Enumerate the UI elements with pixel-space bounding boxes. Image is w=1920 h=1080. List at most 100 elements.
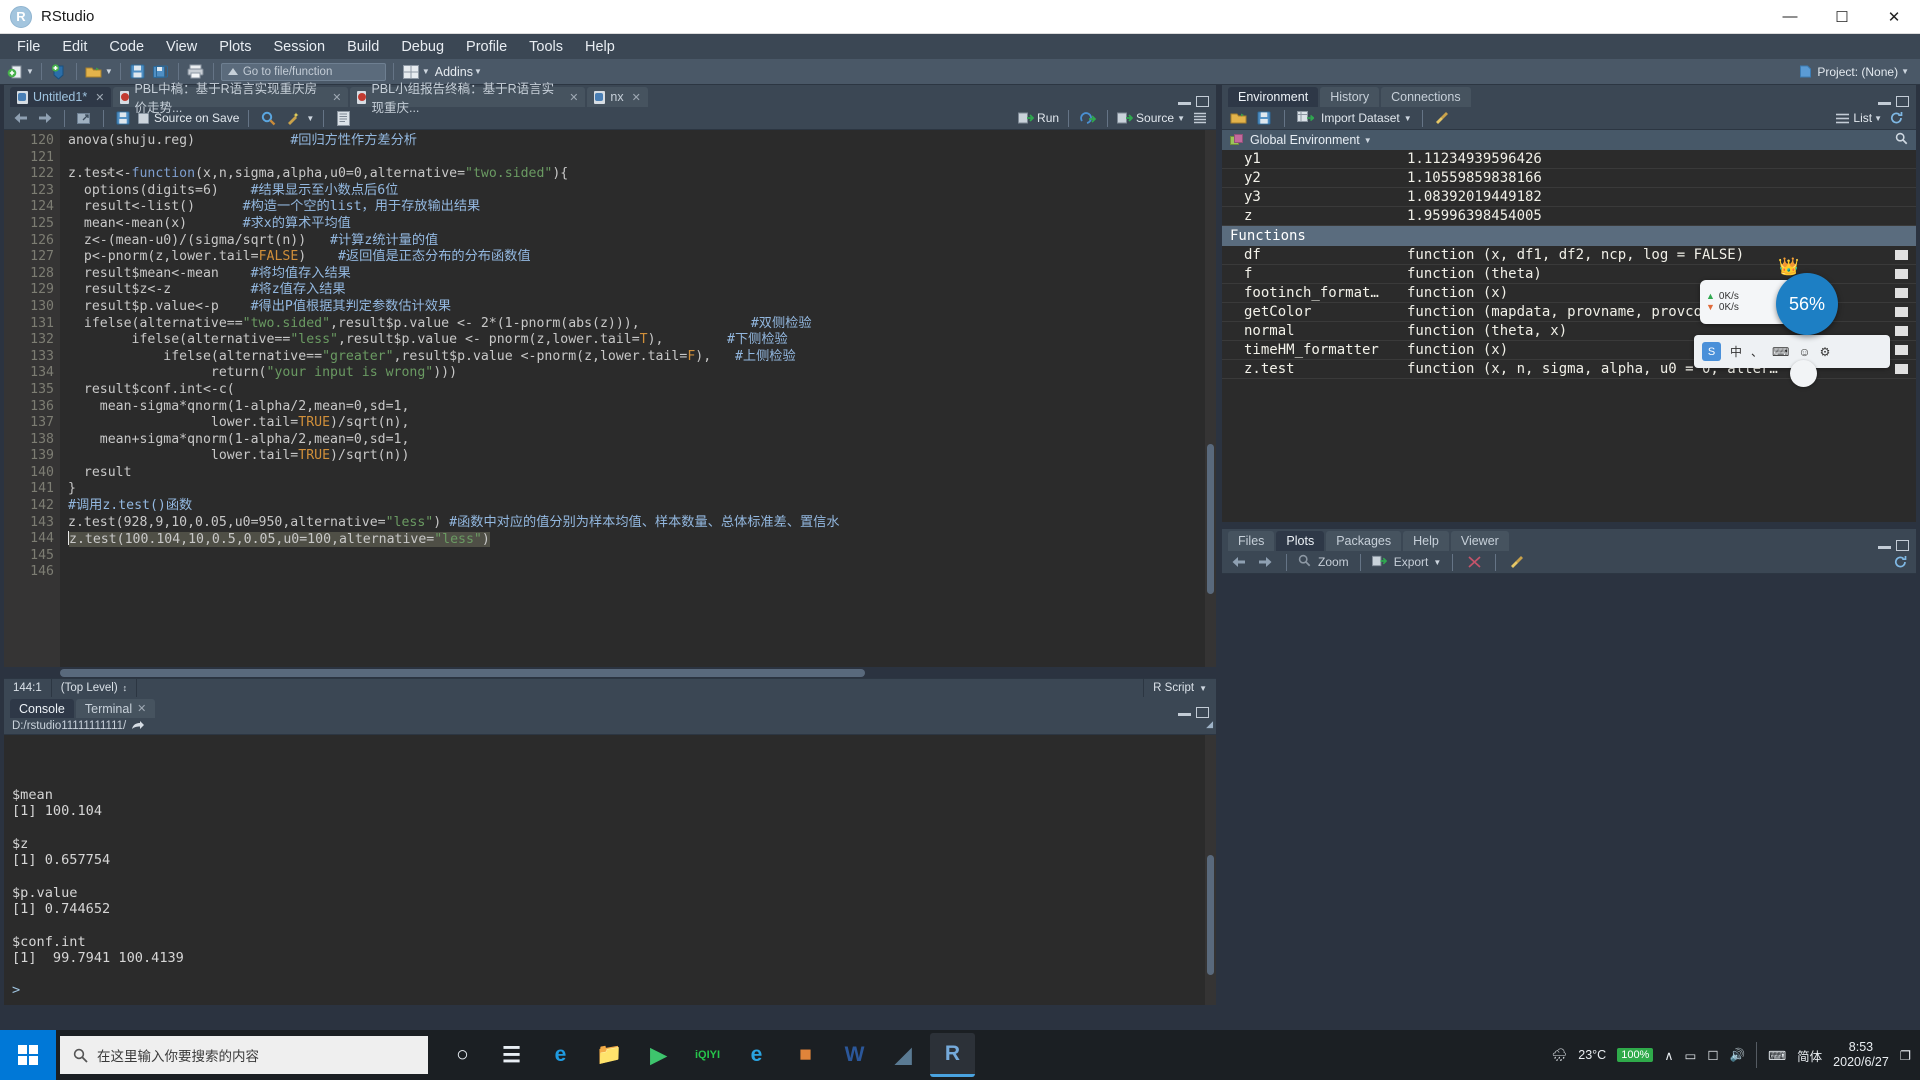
action-center-icon[interactable]: ❐ xyxy=(1900,1048,1911,1063)
save-icon[interactable] xyxy=(113,108,133,128)
edge-icon[interactable]: e xyxy=(538,1033,583,1077)
editor-horizontal-scrollbar[interactable] xyxy=(4,667,1216,678)
code-line[interactable]: result$conf.int<-c( xyxy=(68,382,1216,399)
network-icon[interactable]: ▭ xyxy=(1685,1048,1697,1063)
zoom-plot-icon[interactable] xyxy=(1298,554,1311,570)
close-icon[interactable]: ✕ xyxy=(332,91,341,104)
console-output[interactable]: $mean [1] 100.104 $z [1] 0.657754 $p.value… xyxy=(4,735,1216,1005)
console-working-directory[interactable]: D:/rstudio11111111111/ ◢ xyxy=(4,718,1216,735)
minimize-pane-icon[interactable] xyxy=(1878,98,1891,105)
editor-scroll-thumb[interactable] xyxy=(1207,444,1214,594)
code-editor[interactable]: 120 121 122 123 124 125 126 127 128 129 130 131 132 1… xyxy=(4,130,1216,667)
close-icon[interactable]: ✕ xyxy=(569,91,578,104)
code-line[interactable]: result<-list() #构造一个空的list，用于存放输出结果 xyxy=(68,199,1216,216)
code-line[interactable]: p<-pnorm(z,lower.tail=FALSE) #返回值是正态分布的分… xyxy=(68,249,1216,266)
menu-item-debug[interactable]: Debug xyxy=(390,36,455,58)
environment-search-icon[interactable] xyxy=(1895,132,1916,148)
forward-arrow-icon[interactable] xyxy=(35,108,55,128)
maximize-pane-icon[interactable] xyxy=(1196,707,1209,718)
source-tab-nx[interactable]: nx ✕ xyxy=(587,87,648,107)
menu-item-plots[interactable]: Plots xyxy=(208,36,262,58)
view-function-icon[interactable] xyxy=(1895,288,1908,298)
code-line[interactable]: ifelse(alternative=="two.sided",result$p… xyxy=(68,316,1216,333)
clear-all-plots-broom-icon[interactable] xyxy=(1507,552,1527,572)
close-icon[interactable]: ✕ xyxy=(632,91,641,104)
code-line[interactable]: mean<-mean(x) #求x的算术平均值 xyxy=(68,216,1216,233)
addins-chevron-down-icon[interactable]: ▼ xyxy=(474,67,482,76)
open-file-icon[interactable] xyxy=(84,62,104,82)
maximize-button[interactable]: ☐ xyxy=(1816,0,1868,34)
maximize-pane-icon[interactable] xyxy=(1896,96,1909,107)
code-line[interactable]: z<-(mean-u0)/(sigma/sqrt(n)) #计算z统计量的值 xyxy=(68,233,1216,250)
word-icon[interactable]: W xyxy=(832,1033,877,1077)
project-chevron-down-icon[interactable]: ▼ xyxy=(1901,67,1909,76)
ime-toolbar[interactable]: S 中 、 ⌨ ☺ ⚙ xyxy=(1694,335,1890,368)
minimize-pane-icon[interactable] xyxy=(1178,709,1191,716)
file-type-chevron-down-icon[interactable]: ▼ xyxy=(1199,684,1207,693)
environment-row[interactable]: z 1.95996398454005 xyxy=(1222,207,1916,226)
file-explorer-icon[interactable]: 📁 xyxy=(587,1033,632,1077)
environment-scope-chevron-down-icon[interactable]: ▼ xyxy=(1364,136,1372,145)
code-line[interactable]: options(digits=6) #结果显示至小数点后6位 xyxy=(68,183,1216,200)
view-function-icon[interactable] xyxy=(1895,364,1908,374)
volume-icon[interactable]: 🔊 xyxy=(1730,1048,1746,1063)
code-line[interactable] xyxy=(68,565,1216,582)
tab-terminal[interactable]: Terminal ✕ xyxy=(75,699,156,718)
tab-environment[interactable]: Environment xyxy=(1228,87,1319,107)
tab-console[interactable]: Console xyxy=(10,699,74,718)
refresh-icon[interactable] xyxy=(1886,108,1906,128)
ime-handle[interactable] xyxy=(1790,360,1817,387)
export-plot-icon[interactable] xyxy=(1371,555,1387,570)
view-function-icon[interactable] xyxy=(1895,250,1908,260)
menu-item-help[interactable]: Help xyxy=(574,36,626,58)
menu-item-edit[interactable]: Edit xyxy=(51,36,98,58)
console-vertical-scrollbar[interactable] xyxy=(1205,735,1216,1005)
environment-view-selector[interactable]: List ▼ xyxy=(1836,108,1910,128)
import-dataset-label[interactable]: Import Dataset xyxy=(1321,111,1400,125)
view-function-icon[interactable] xyxy=(1895,345,1908,355)
cortana-icon[interactable]: ○ xyxy=(440,1033,485,1077)
save-workspace-icon[interactable] xyxy=(1254,108,1274,128)
code-line[interactable] xyxy=(68,549,1216,566)
menu-item-session[interactable]: Session xyxy=(262,36,336,58)
file-type-selector[interactable]: R Script ▼ xyxy=(1143,678,1216,698)
refresh-plot-icon[interactable] xyxy=(1890,552,1910,572)
new-file-icon[interactable] xyxy=(5,62,25,82)
code-line[interactable]: ifelse(alternative=="greater",result$p.v… xyxy=(68,349,1216,366)
code-line[interactable]: lower.tail=TRUE)/sqrt(n), xyxy=(68,415,1216,432)
addins-button[interactable]: Addins xyxy=(435,65,473,79)
ime-settings-gear-icon[interactable]: ⚙ xyxy=(1820,345,1831,359)
task-view-icon[interactable]: ☰ xyxy=(489,1033,534,1077)
zoom-label[interactable]: Zoom xyxy=(1318,555,1349,569)
browser-icon[interactable]: e xyxy=(734,1033,779,1077)
minimize-pane-icon[interactable] xyxy=(1878,542,1891,549)
code-line[interactable]: #调用z.test()函数 xyxy=(68,498,1216,515)
source-chevron-down-icon[interactable]: ▼ xyxy=(1177,114,1185,123)
code-line[interactable]: z.test(928,9,10,0.05,u0=950,alternative=… xyxy=(68,515,1216,532)
project-selector[interactable]: Project: (None) ▼ xyxy=(1799,65,1915,79)
start-button[interactable] xyxy=(0,1030,56,1080)
view-function-icon[interactable] xyxy=(1895,269,1908,279)
view-function-icon[interactable] xyxy=(1895,326,1908,336)
editor-hscroll-thumb[interactable] xyxy=(60,668,865,677)
app-icon[interactable]: ◢ xyxy=(881,1033,926,1077)
maximize-pane-icon[interactable] xyxy=(1896,540,1909,551)
menu-item-view[interactable]: View xyxy=(155,36,208,58)
code-line[interactable]: result$p.value<-p #得出P值根据其判定参数估计效果 xyxy=(68,299,1216,316)
open-file-chevron-down-icon[interactable]: ▼ xyxy=(105,67,113,76)
ime-keyboard-icon[interactable]: ⌨ xyxy=(1772,345,1789,359)
code-line[interactable] xyxy=(68,150,1216,167)
compile-report-icon[interactable] xyxy=(333,108,353,128)
back-arrow-icon[interactable] xyxy=(10,108,30,128)
code-fold-icon[interactable]: ▾ xyxy=(106,166,111,183)
play-store-icon[interactable]: ▶ xyxy=(636,1033,681,1077)
ime-emoji-icon[interactable]: ☺ xyxy=(1798,345,1810,359)
menu-item-profile[interactable]: Profile xyxy=(455,36,518,58)
code-line[interactable]: result xyxy=(68,465,1216,482)
tab-history[interactable]: History xyxy=(1320,87,1380,107)
import-dataset-icon[interactable] xyxy=(1295,108,1315,128)
ime-mode-label[interactable]: 简体 xyxy=(1797,1046,1822,1065)
close-icon[interactable]: ✕ xyxy=(95,91,104,104)
code-line[interactable]: result$mean<-mean #将均值存入结果 xyxy=(68,266,1216,283)
environment-row[interactable]: y3 1.08392019449182 xyxy=(1222,188,1916,207)
